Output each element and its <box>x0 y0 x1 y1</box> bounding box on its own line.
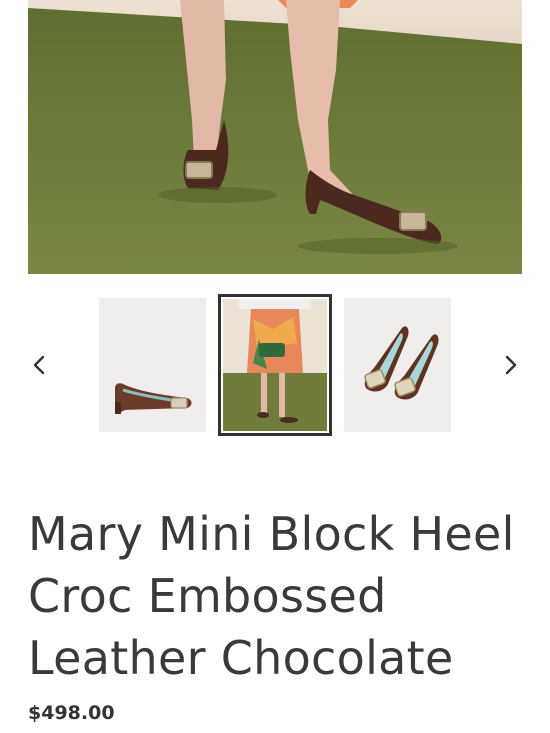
chevron-left-icon[interactable] <box>27 350 51 380</box>
thumbnail-model-view[interactable] <box>218 294 332 436</box>
thumbnail-top-view[interactable] <box>344 298 451 432</box>
product-main-image[interactable] <box>28 0 522 274</box>
hero-photo <box>28 0 522 274</box>
thumbnail-carousel <box>0 294 550 436</box>
chevron-right-icon[interactable] <box>499 350 523 380</box>
thumbnail-side-view[interactable] <box>99 298 206 432</box>
product-price: $498.00 <box>28 702 115 724</box>
product-title: Mary Mini Block Heel Croc Embossed Leath… <box>28 507 515 685</box>
